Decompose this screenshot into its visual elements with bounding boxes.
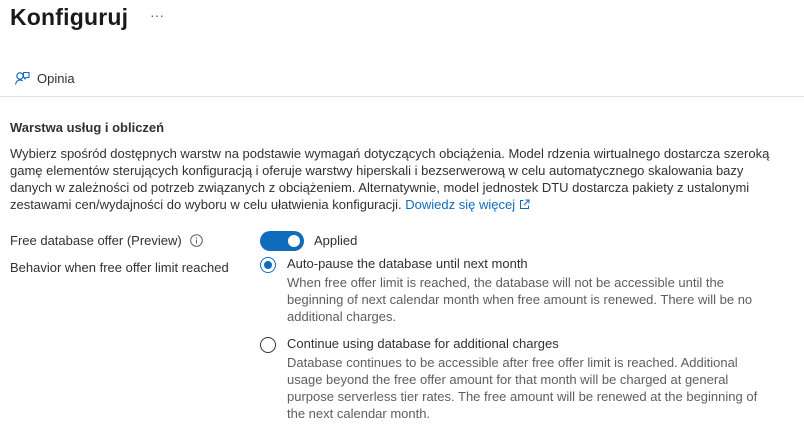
toggle-knob [288, 235, 300, 247]
auto-pause-description: When free offer limit is reached, the da… [287, 275, 753, 324]
page-title: Konfiguruj [10, 4, 129, 30]
free-offer-label: Free database offer (Preview) [10, 233, 182, 248]
more-options-button[interactable]: ··· [148, 6, 166, 26]
free-offer-field-label: Free database offer (Preview) [10, 233, 203, 248]
feedback-person-icon [14, 70, 30, 86]
learn-more-link[interactable]: Dowiedz się więcej [405, 197, 530, 212]
auto-pause-label[interactable]: Auto-pause the database until next month [287, 256, 528, 271]
free-offer-toggle[interactable] [260, 231, 304, 251]
command-bar: Opinia [0, 60, 804, 97]
feedback-label: Opinia [37, 70, 75, 86]
continue-radio[interactable] [260, 337, 276, 353]
external-link-icon [519, 197, 530, 214]
section-title: Warstwa usług i obliczeń [10, 120, 165, 135]
radio-option-auto-pause: Auto-pause the database until next month… [260, 256, 780, 327]
radio-selected-dot [264, 261, 272, 269]
section-description: Wybierz spośród dostępnych warstw na pod… [10, 145, 780, 214]
feedback-button[interactable]: Opinia [14, 67, 75, 89]
radio-option-continue: Continue using database for additional c… [260, 336, 780, 427]
toggle-state-label: Applied [314, 233, 358, 248]
description-text: Wybierz spośród dostępnych warstw na pod… [10, 146, 770, 212]
auto-pause-radio[interactable] [260, 257, 276, 273]
learn-more-label: Dowiedz się więcej [405, 197, 516, 212]
behavior-label: Behavior when free offer limit reached [10, 260, 229, 275]
continue-description: Database continues to be accessible afte… [287, 355, 758, 421]
continue-label[interactable]: Continue using database for additional c… [287, 336, 559, 351]
info-icon[interactable] [189, 234, 203, 247]
behavior-field-label: Behavior when free offer limit reached [10, 260, 229, 275]
